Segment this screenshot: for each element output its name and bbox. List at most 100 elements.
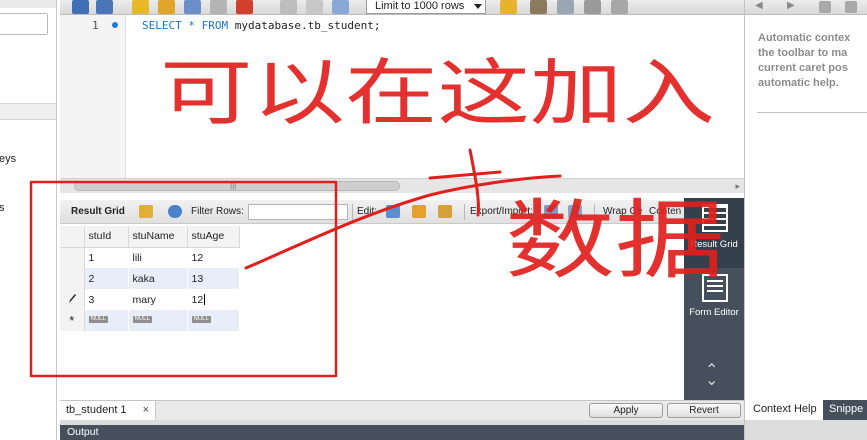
rollback-icon[interactable]: [306, 0, 323, 14]
editing-cell-value: 12: [191, 293, 204, 306]
editor-horizontal-scrollbar[interactable]: ||| ▸: [60, 178, 744, 193]
explain-icon[interactable]: [184, 0, 201, 14]
row-header[interactable]: [60, 289, 85, 310]
sql-star: *: [188, 19, 195, 32]
beautify-icon[interactable]: [530, 0, 547, 14]
editing-cell[interactable]: 12: [187, 289, 240, 310]
auto-help-icon[interactable]: [845, 1, 857, 13]
table-row[interactable]: 2 kaka 13: [60, 268, 240, 289]
import-icon[interactable]: [568, 205, 582, 218]
table-cell[interactable]: 2: [84, 268, 129, 289]
edit-row-icon[interactable]: [386, 205, 400, 218]
close-icon[interactable]: ×: [143, 401, 149, 420]
find-icon[interactable]: [557, 0, 574, 14]
statement-marker-icon: [112, 22, 118, 28]
sidebar-item-label[interactable]: eys: [0, 153, 16, 165]
wrap-cell-label[interactable]: Wrap Ce: [603, 206, 642, 217]
help-toolbar: ◀ ▶: [745, 0, 867, 15]
sql-statement[interactable]: SELECT * FROM mydatabase.tb_student;: [142, 19, 380, 32]
commit-icon[interactable]: [280, 0, 297, 14]
sql-editor[interactable]: 1 SELECT * FROM mydatabase.tb_student;: [60, 15, 744, 178]
row-header[interactable]: [60, 247, 85, 268]
form-editor-label[interactable]: Form Editor: [684, 308, 744, 318]
refresh-icon[interactable]: [168, 205, 182, 218]
toolbar-separator: [464, 204, 465, 220]
apply-button[interactable]: Apply: [589, 403, 663, 418]
schema-filter-input[interactable]: [0, 13, 48, 35]
stop-icon[interactable]: [210, 0, 227, 14]
sidebar-item-label[interactable]: s: [0, 202, 5, 214]
column-header[interactable]: stuAge: [187, 226, 240, 248]
result-table: stuId stuName stuAge 1 lili 12 2 kaka 13…: [60, 226, 240, 331]
chevron-up-down-icon[interactable]: ⌃ ⌄: [705, 363, 718, 389]
sql-editor-toolbar: Limit to 1000 rows: [60, 0, 744, 15]
table-cell[interactable]: NULL: [128, 310, 188, 331]
context-help-text: Automatic contex the toolbar to ma curre…: [758, 32, 851, 89]
back-icon[interactable]: ◀: [755, 0, 763, 11]
table-header-row: stuId stuName stuAge: [60, 226, 240, 248]
forward-icon[interactable]: ▶: [787, 0, 795, 11]
revert-button[interactable]: Revert: [667, 403, 741, 418]
table-row[interactable]: 3 mary 12: [60, 289, 240, 310]
row-header[interactable]: [60, 268, 85, 289]
table-cell[interactable]: NULL: [84, 310, 129, 331]
result-grid[interactable]: stuId stuName stuAge 1 lili 12 2 kaka 13…: [60, 224, 684, 400]
execute-statement-icon[interactable]: [158, 0, 175, 14]
form-editor-icon[interactable]: [702, 274, 728, 302]
result-grid-view-label: Result Grid: [690, 239, 738, 250]
result-grid-view-button[interactable]: Result Grid: [684, 198, 744, 268]
table-cell[interactable]: lili: [128, 247, 188, 268]
tab-tb-student-1[interactable]: tb_student 1 ×: [60, 401, 156, 421]
limit-rows-value: Limit to 1000 rows: [375, 0, 465, 12]
invisible-chars-icon[interactable]: [584, 0, 601, 14]
table-cell[interactable]: 12: [187, 247, 240, 268]
edit-label: Edit:: [357, 206, 378, 217]
export-icon[interactable]: [544, 205, 558, 218]
table-row[interactable]: 1 lili 12: [60, 247, 240, 268]
sql-table-name: mydatabase.tb_student;: [234, 19, 381, 32]
auto-commit-icon[interactable]: [332, 0, 349, 14]
tab-context-help[interactable]: Context Help: [745, 400, 823, 420]
execute-icon[interactable]: [132, 0, 149, 14]
toggle-autocommit-icon[interactable]: [236, 0, 253, 14]
result-tab-bar: tb_student 1 × Apply Revert: [60, 400, 744, 421]
table-cell[interactable]: 1: [84, 247, 129, 268]
scroll-right-icon[interactable]: ▸: [735, 181, 740, 192]
result-grid-label: Result Grid: [71, 206, 125, 217]
filter-rows-label: Filter Rows:: [191, 206, 244, 217]
delete-row-icon[interactable]: [438, 205, 452, 218]
manual-help-icon[interactable]: [819, 1, 831, 13]
sidebar-toolbar: [0, 0, 56, 8]
output-panel-header[interactable]: Output: [60, 425, 744, 440]
new-row[interactable]: * NULL NULL NULL: [60, 310, 240, 331]
result-view-switcher: Result Grid Form Editor ⌃ ⌄: [684, 198, 744, 400]
insert-row-icon[interactable]: [412, 205, 426, 218]
table-cell[interactable]: mary: [128, 289, 188, 310]
tab-snippets[interactable]: Snippe: [829, 400, 863, 419]
table-cell[interactable]: kaka: [128, 268, 188, 289]
column-header[interactable]: stuName: [128, 226, 188, 248]
line-number: 1: [92, 19, 99, 32]
open-file-icon[interactable]: [72, 0, 89, 14]
context-help-panel: ◀ ▶ Automatic contex the toolbar to ma c…: [744, 0, 867, 440]
scrollbar-thumb[interactable]: [74, 181, 400, 191]
navigator-sidebar: eys s: [0, 0, 57, 440]
pencil-icon: [68, 294, 76, 303]
toolbar-separator: [594, 204, 595, 220]
table-cell[interactable]: 13: [187, 268, 240, 289]
filter-rows-input[interactable]: [248, 204, 348, 220]
wrap-lines-icon[interactable]: [611, 0, 628, 14]
add-snippet-icon[interactable]: [500, 0, 517, 14]
save-icon[interactable]: [96, 0, 113, 14]
right-panel-tabs: Context Help Snippe: [745, 400, 867, 420]
result-toolbar: Result Grid Filter Rows: Edit: Export/Im…: [60, 200, 684, 224]
sidebar-divider: [0, 103, 56, 120]
new-row-marker: *: [60, 310, 85, 331]
limit-rows-select[interactable]: Limit to 1000 rows: [366, 0, 486, 14]
grid-view-icon[interactable]: [139, 205, 153, 218]
table-cell[interactable]: 3: [84, 289, 129, 310]
column-header[interactable]: stuId: [84, 226, 129, 248]
content-label[interactable]: Conten: [649, 206, 681, 217]
table-cell[interactable]: NULL: [187, 310, 240, 331]
export-import-label: Export/Import:: [470, 206, 533, 217]
